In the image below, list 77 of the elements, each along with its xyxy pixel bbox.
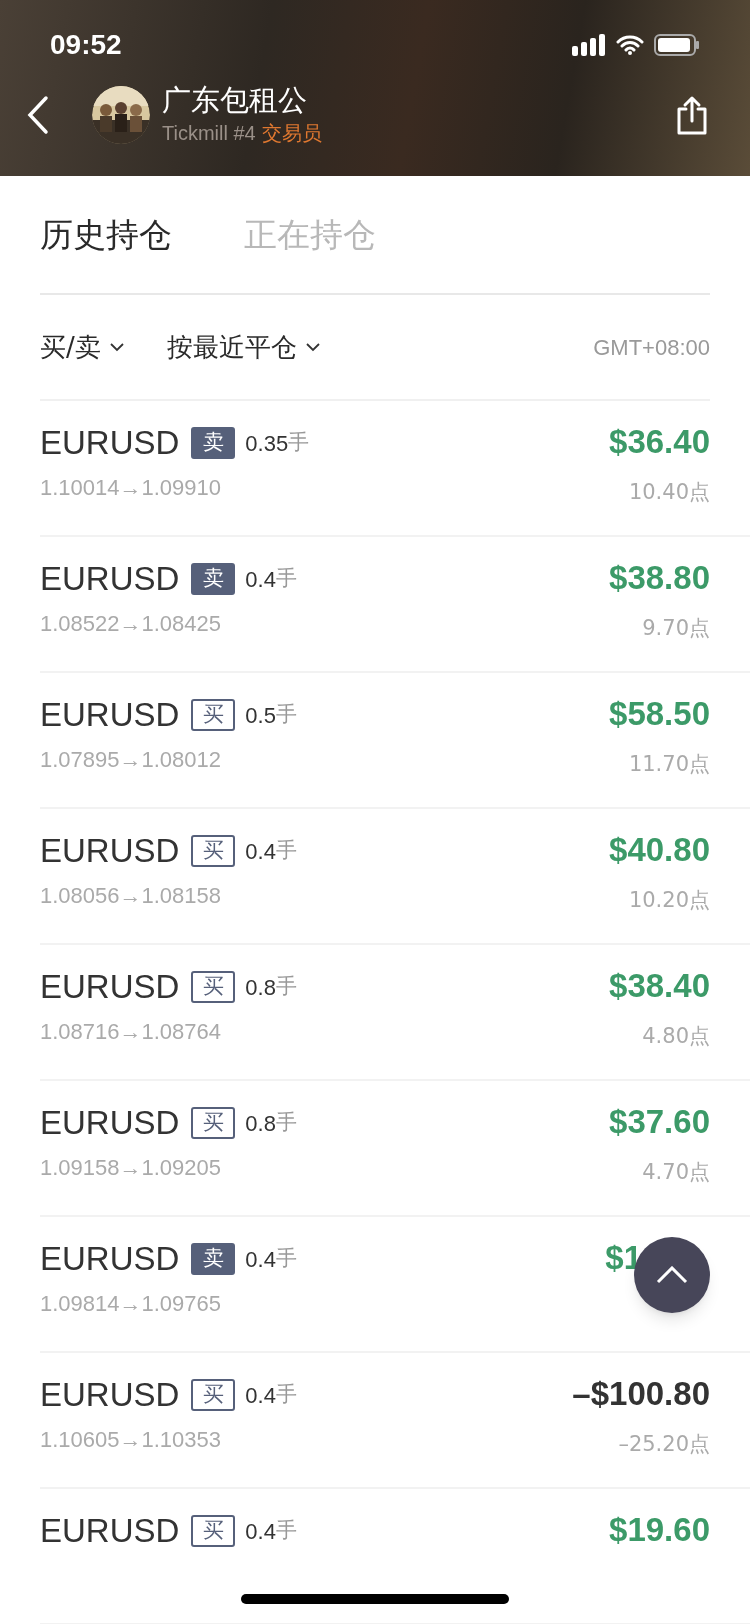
side-badge: 买: [191, 1107, 236, 1139]
chevron-up-icon: [656, 1266, 688, 1284]
share-icon: [675, 95, 709, 135]
symbol-label: EURUSD: [40, 423, 180, 464]
lot-unit: 手: [288, 429, 310, 457]
trader-name: 广东包租公: [162, 82, 308, 118]
broker-label: Tickmill #4: [162, 121, 256, 146]
lot-size: 0.4: [245, 1245, 276, 1274]
side-badge: 买: [191, 835, 236, 867]
profit-amount: $38.40: [609, 966, 710, 1006]
lot-size: 0.4: [245, 837, 276, 866]
symbol-label: EURUSD: [40, 695, 180, 736]
points-value: –25.20点: [618, 1430, 710, 1458]
lot-size: 0.8: [245, 1109, 276, 1138]
points-value: 4.80点: [642, 1022, 710, 1050]
symbol-label: EURUSD: [40, 1239, 180, 1280]
price-range: 1.10605→1.10353: [40, 1426, 223, 1454]
lot-size: 0.4: [245, 1381, 276, 1410]
price-range: 1.08056→1.08158: [40, 882, 223, 910]
points-value: 10.40点: [628, 478, 710, 506]
lot-unit: 手: [275, 837, 297, 865]
points-value: 9.70点: [642, 614, 710, 642]
symbol-label: EURUSD: [40, 1511, 180, 1552]
profit-amount: $1: [605, 1238, 642, 1278]
lot-unit: 手: [275, 565, 297, 593]
symbol-label: EURUSD: [40, 1103, 180, 1144]
lot-unit: 手: [275, 701, 297, 729]
profit-amount: –$100.80: [572, 1374, 710, 1414]
lot-size: 0.5: [245, 701, 276, 730]
wifi-icon: [616, 34, 644, 56]
profit-amount: $58.50: [609, 694, 710, 734]
signal-icon: [572, 34, 606, 56]
symbol-label: EURUSD: [40, 967, 180, 1008]
lot-unit: 手: [275, 1109, 297, 1137]
lot-size: 0.4: [245, 565, 276, 594]
chevron-down-icon: [304, 342, 321, 352]
role-label: 交易员: [261, 120, 322, 147]
profit-amount: $40.80: [609, 830, 710, 870]
lot-size: 0.8: [245, 973, 276, 1002]
profit-amount: $36.40: [609, 422, 710, 462]
side-badge: 卖: [191, 427, 236, 459]
profit-amount: $38.80: [609, 558, 710, 598]
side-badge: 买: [191, 1515, 236, 1547]
side-badge: 买: [191, 699, 236, 731]
status-time: 09:52: [50, 28, 122, 62]
tab[interactable]: 历史持仓: [40, 209, 172, 260]
scroll-top-button[interactable]: [634, 1237, 710, 1313]
battery-icon: [654, 34, 700, 56]
price-range: 1.07895→1.08012: [40, 746, 223, 774]
price-range: 1.09158→1.09205: [40, 1154, 223, 1182]
filter-dropdown[interactable]: 按最近平仓: [166, 327, 321, 367]
symbol-label: EURUSD: [40, 831, 180, 872]
lot-unit: 手: [275, 1517, 297, 1545]
lot-size: 0.35: [245, 429, 289, 458]
points-value: 11.70点: [628, 750, 710, 778]
side-badge: 卖: [191, 563, 236, 595]
lot-unit: 手: [275, 973, 297, 1001]
back-icon: [26, 95, 50, 135]
chevron-down-icon: [108, 342, 125, 352]
points-value: 10.20点: [628, 886, 710, 914]
lot-size: 0.4: [245, 1517, 276, 1546]
timezone-label: GMT+08:00: [593, 333, 710, 362]
symbol-label: EURUSD: [40, 559, 180, 600]
lot-unit: 手: [275, 1381, 297, 1409]
lot-unit: 手: [275, 1245, 297, 1273]
side-badge: 卖: [191, 1243, 236, 1275]
filter-dropdown[interactable]: 买/卖: [40, 327, 125, 367]
side-badge: 买: [191, 1379, 236, 1411]
points-value: 4.70点: [642, 1158, 710, 1186]
symbol-label: EURUSD: [40, 1375, 180, 1416]
profit-amount: $37.60: [609, 1102, 710, 1142]
price-range: 1.09814→1.09765: [40, 1290, 223, 1318]
price-range: 1.08522→1.08425: [40, 610, 223, 638]
price-range: 1.08716→1.08764: [40, 1018, 223, 1046]
price-range: 1.10014→1.09910: [40, 474, 223, 502]
profit-amount: $19.60: [609, 1510, 710, 1550]
side-badge: 买: [191, 971, 236, 1003]
